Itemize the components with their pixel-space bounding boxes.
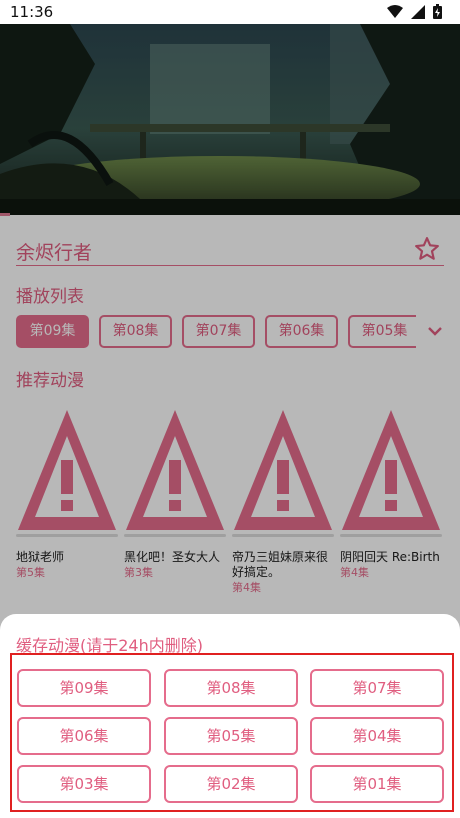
cache-episode-button[interactable]: 第09集 bbox=[17, 669, 151, 707]
cache-episode-button[interactable]: 第05集 bbox=[164, 717, 298, 755]
status-time: 11:36 bbox=[10, 3, 54, 21]
cache-episode-button[interactable]: 第04集 bbox=[310, 717, 444, 755]
status-bar: 11:36 bbox=[0, 0, 460, 24]
signal-icon bbox=[411, 4, 425, 19]
cache-episode-grid: 第09集 第08集 第07集 第06集 第05集 第04集 第03集 第02集 … bbox=[10, 653, 454, 812]
cache-episode-button[interactable]: 第01集 bbox=[310, 765, 444, 803]
wifi-icon bbox=[387, 4, 403, 18]
cache-episode-button[interactable]: 第08集 bbox=[164, 669, 298, 707]
status-icons bbox=[387, 4, 442, 19]
cache-episode-button[interactable]: 第07集 bbox=[310, 669, 444, 707]
cache-episode-button[interactable]: 第02集 bbox=[164, 765, 298, 803]
cache-bottom-sheet: 缓存动漫(请于24h内删除) 第09集 第08集 第07集 第06集 第05集 … bbox=[0, 614, 460, 818]
cache-episode-button[interactable]: 第06集 bbox=[17, 717, 151, 755]
battery-icon bbox=[433, 4, 442, 19]
cache-episode-button[interactable]: 第03集 bbox=[17, 765, 151, 803]
